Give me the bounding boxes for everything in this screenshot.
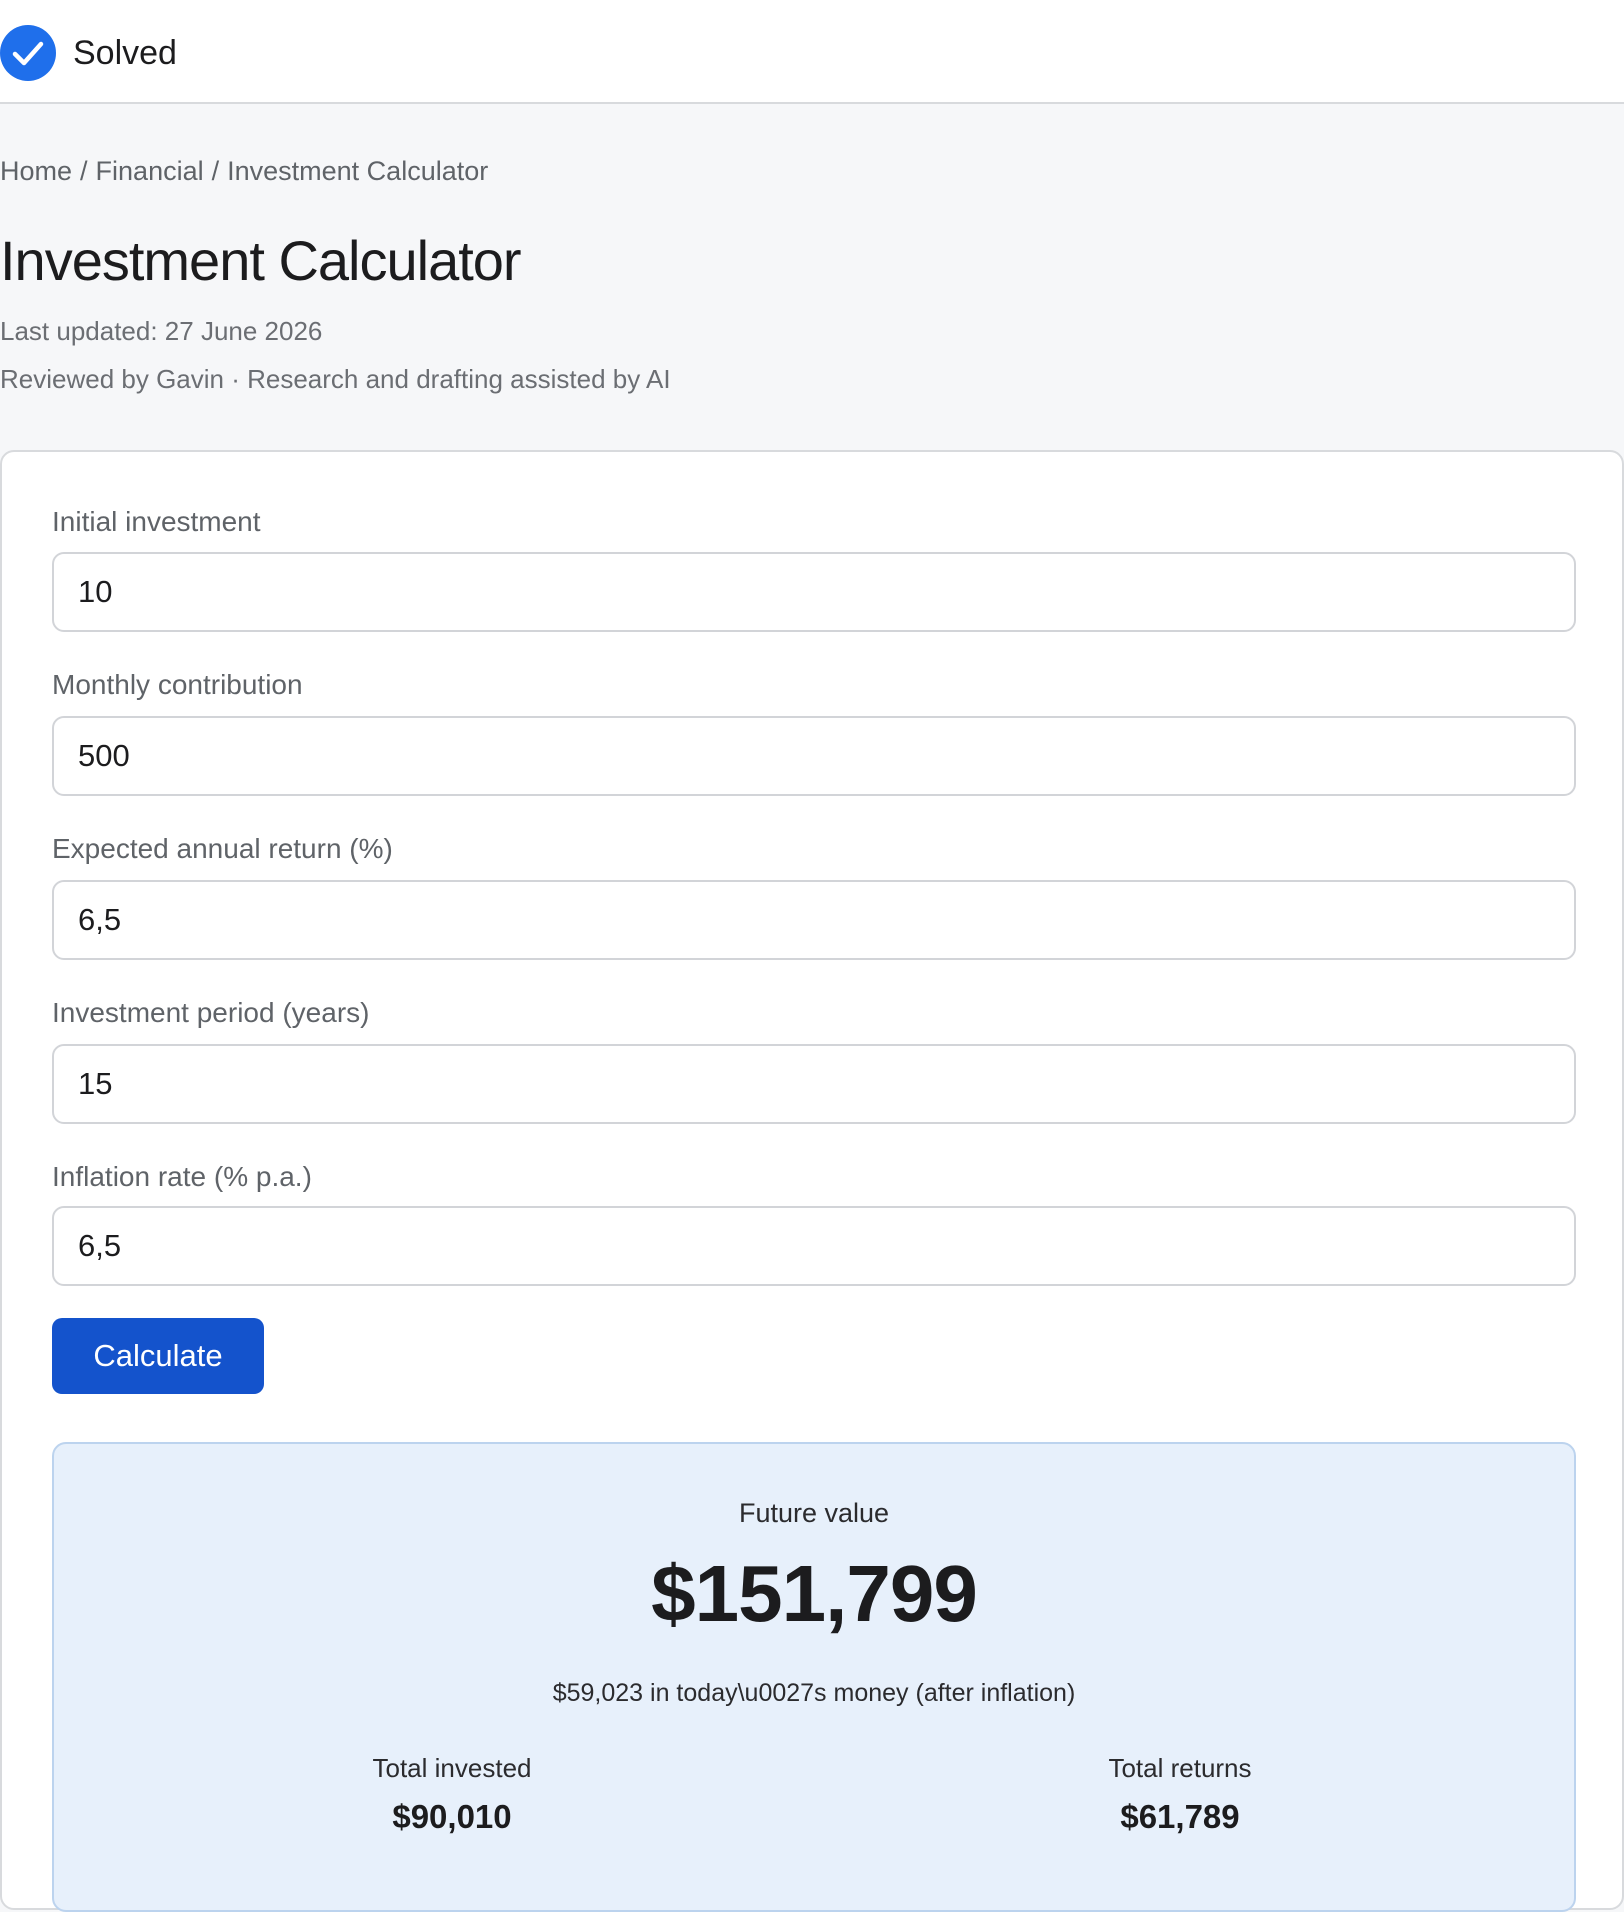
monthly-contribution-label: Monthly contribution [52,669,303,700]
total-invested-value: $90,010 [392,1798,512,1835]
future-value: $151,799 [651,1549,978,1638]
total-returns-value: $61,789 [1120,1798,1240,1835]
calculate-button[interactable]: Calculate [52,1318,264,1394]
reviewed-by: Reviewed by Gavin · Research and draftin… [0,364,671,394]
total-returns-label: Total returns [1108,1753,1252,1783]
annual-return-input[interactable] [52,880,1576,960]
investment-period-input[interactable] [52,1044,1576,1124]
solved-status: Solved [0,24,177,82]
initial-investment-input[interactable] [52,552,1576,632]
annual-return-label: Expected annual return (%) [52,833,393,864]
calculator-card: Initial investment Monthly contribution … [0,450,1624,1912]
real-value-note: $59,023 in today\u0027s money (after inf… [552,1679,1076,1707]
status-label: Solved [73,33,177,72]
total-returns-stat: Total returns $61,789 [980,1753,1380,1836]
total-invested-label: Total invested [372,1753,532,1783]
check-circle-icon [0,25,56,81]
breadcrumb-home[interactable]: Home [0,156,72,186]
last-updated: Last updated: 27 June 2026 [0,316,323,346]
inflation-rate-label: Inflation rate (% p.a.) [52,1161,312,1192]
initial-investment-label: Initial investment [52,506,261,537]
future-value-label: Future value [738,1498,890,1528]
monthly-contribution-input[interactable] [52,716,1576,796]
inflation-rate-input[interactable] [52,1206,1576,1286]
breadcrumb: Home / Financial / Investment Calculator [0,156,488,187]
results-panel: Future value $151,799 $59,023 in today\u… [52,1442,1576,1912]
breadcrumb-current: Investment Calculator [227,156,489,186]
top-bar: Solved [0,0,1624,104]
investment-period-label: Investment period (years) [52,997,370,1028]
breadcrumb-financial[interactable]: Financial [96,156,204,186]
breadcrumb-separator: / [80,156,88,186]
breadcrumb-separator: / [211,156,220,186]
total-invested-stat: Total invested $90,010 [252,1753,652,1836]
page-title: Investment Calculator [0,229,522,292]
